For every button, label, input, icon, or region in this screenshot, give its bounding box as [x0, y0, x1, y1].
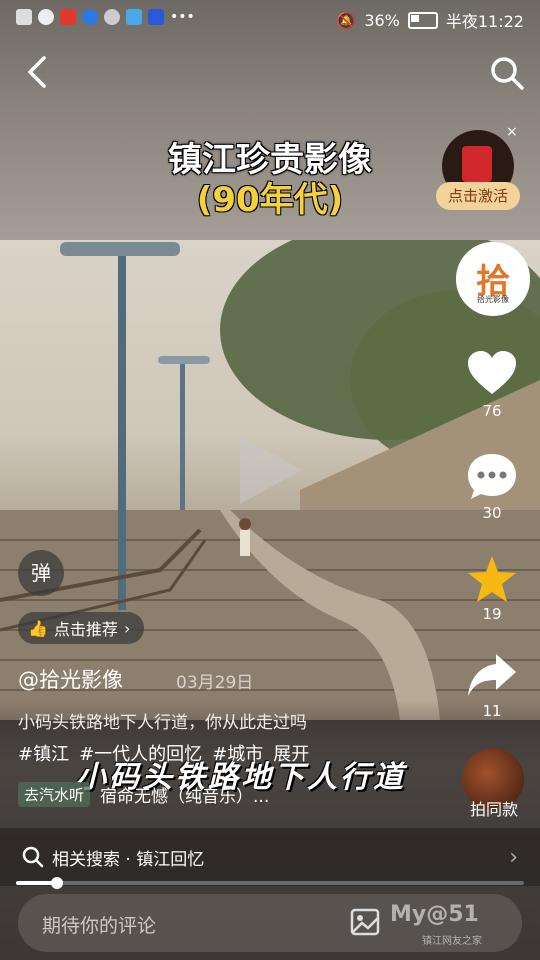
- wifi-icon: [38, 9, 54, 25]
- status-icons-right: 🔕 36% 半夜11:22: [336, 8, 524, 32]
- red-packet-icon: [462, 146, 492, 182]
- music-row[interactable]: 去汽水听 宿命无憾（纯音乐）...: [18, 782, 269, 807]
- comment-count: 30: [482, 504, 502, 522]
- app-icon-2: [148, 9, 164, 25]
- comment-button[interactable]: [466, 452, 518, 502]
- promo-label[interactable]: 点击激活: [436, 182, 520, 210]
- app-notification-icon: [60, 9, 76, 25]
- share-button[interactable]: [466, 652, 518, 698]
- more-icon: •••: [170, 9, 195, 25]
- image-icon[interactable]: [350, 908, 380, 936]
- chevron-right-icon: ›: [123, 618, 131, 638]
- play-icon: [240, 436, 302, 504]
- thumbs-up-icon: 👍: [28, 618, 48, 638]
- search-icon: [22, 846, 44, 868]
- post-date: 03月29日: [176, 673, 254, 693]
- status-bar: ••• 🔕 36% 半夜11:22: [0, 0, 540, 36]
- play-button[interactable]: [232, 434, 304, 506]
- comment-input-bar[interactable]: 期待你的评论 My@51 镇江网友之家: [18, 894, 522, 952]
- watermark-sub: 镇江网友之家: [422, 936, 482, 947]
- red-packet-promo[interactable]: × 点击激活: [436, 124, 520, 214]
- clock: 半夜11:22: [445, 12, 524, 31]
- browser-icon: [82, 9, 98, 25]
- related-search-bar[interactable]: 相关搜索 · 镇江回忆 ›: [0, 828, 540, 886]
- mute-icon: 🔕: [336, 10, 357, 30]
- chevron-right-icon: ›: [509, 844, 518, 870]
- like-count: 76: [482, 402, 502, 420]
- music-app-chip[interactable]: 去汽水听: [18, 782, 91, 807]
- avatar-logo: 拾: [476, 262, 510, 302]
- heart-icon: [468, 351, 516, 394]
- status-icons-left: •••: [16, 9, 195, 25]
- comment-bubble-icon: [468, 454, 516, 499]
- star-icon: [468, 556, 516, 602]
- battery-percent: 36%: [364, 10, 400, 30]
- like-button[interactable]: [466, 350, 518, 398]
- recommend-button[interactable]: 👍 点击推荐 ›: [18, 612, 145, 644]
- author-name[interactable]: @拾光影像: [18, 664, 123, 694]
- battery-icon: [407, 11, 438, 29]
- author-avatar[interactable]: 拾 拾光影像: [456, 242, 530, 316]
- same-style-button[interactable]: 拍同款: [458, 796, 530, 820]
- comment-placeholder: 期待你的评论: [42, 915, 157, 937]
- favorite-count: 19: [482, 605, 502, 623]
- back-button[interactable]: [22, 54, 58, 90]
- watermark: My@51: [390, 902, 479, 927]
- hashtag[interactable]: #镇江: [18, 740, 69, 766]
- progress-handle[interactable]: [50, 877, 63, 889]
- cloud-icon: [104, 9, 120, 25]
- avatar-logo-sub: 拾光影像: [477, 295, 509, 304]
- sim-icon: [16, 9, 32, 25]
- search-icon: [491, 57, 524, 90]
- share-count: 11: [482, 702, 502, 720]
- favorite-button[interactable]: [466, 554, 518, 604]
- back-arrow-icon: [28, 56, 46, 88]
- search-button[interactable]: [488, 54, 526, 92]
- app-icon: [126, 9, 142, 25]
- recommend-label: 点击推荐: [53, 620, 118, 639]
- danmaku-toggle[interactable]: 弹: [18, 550, 64, 596]
- share-arrow-icon: [468, 654, 516, 696]
- promo-close-button[interactable]: ×: [506, 124, 518, 140]
- music-title[interactable]: 宿命无憾（纯音乐）...: [100, 782, 269, 807]
- related-search-label: 相关搜索 · 镇江回忆: [52, 849, 205, 870]
- progress-track[interactable]: [16, 881, 524, 885]
- video-description: 小码头铁路地下人行道，你从此走过吗: [18, 713, 307, 733]
